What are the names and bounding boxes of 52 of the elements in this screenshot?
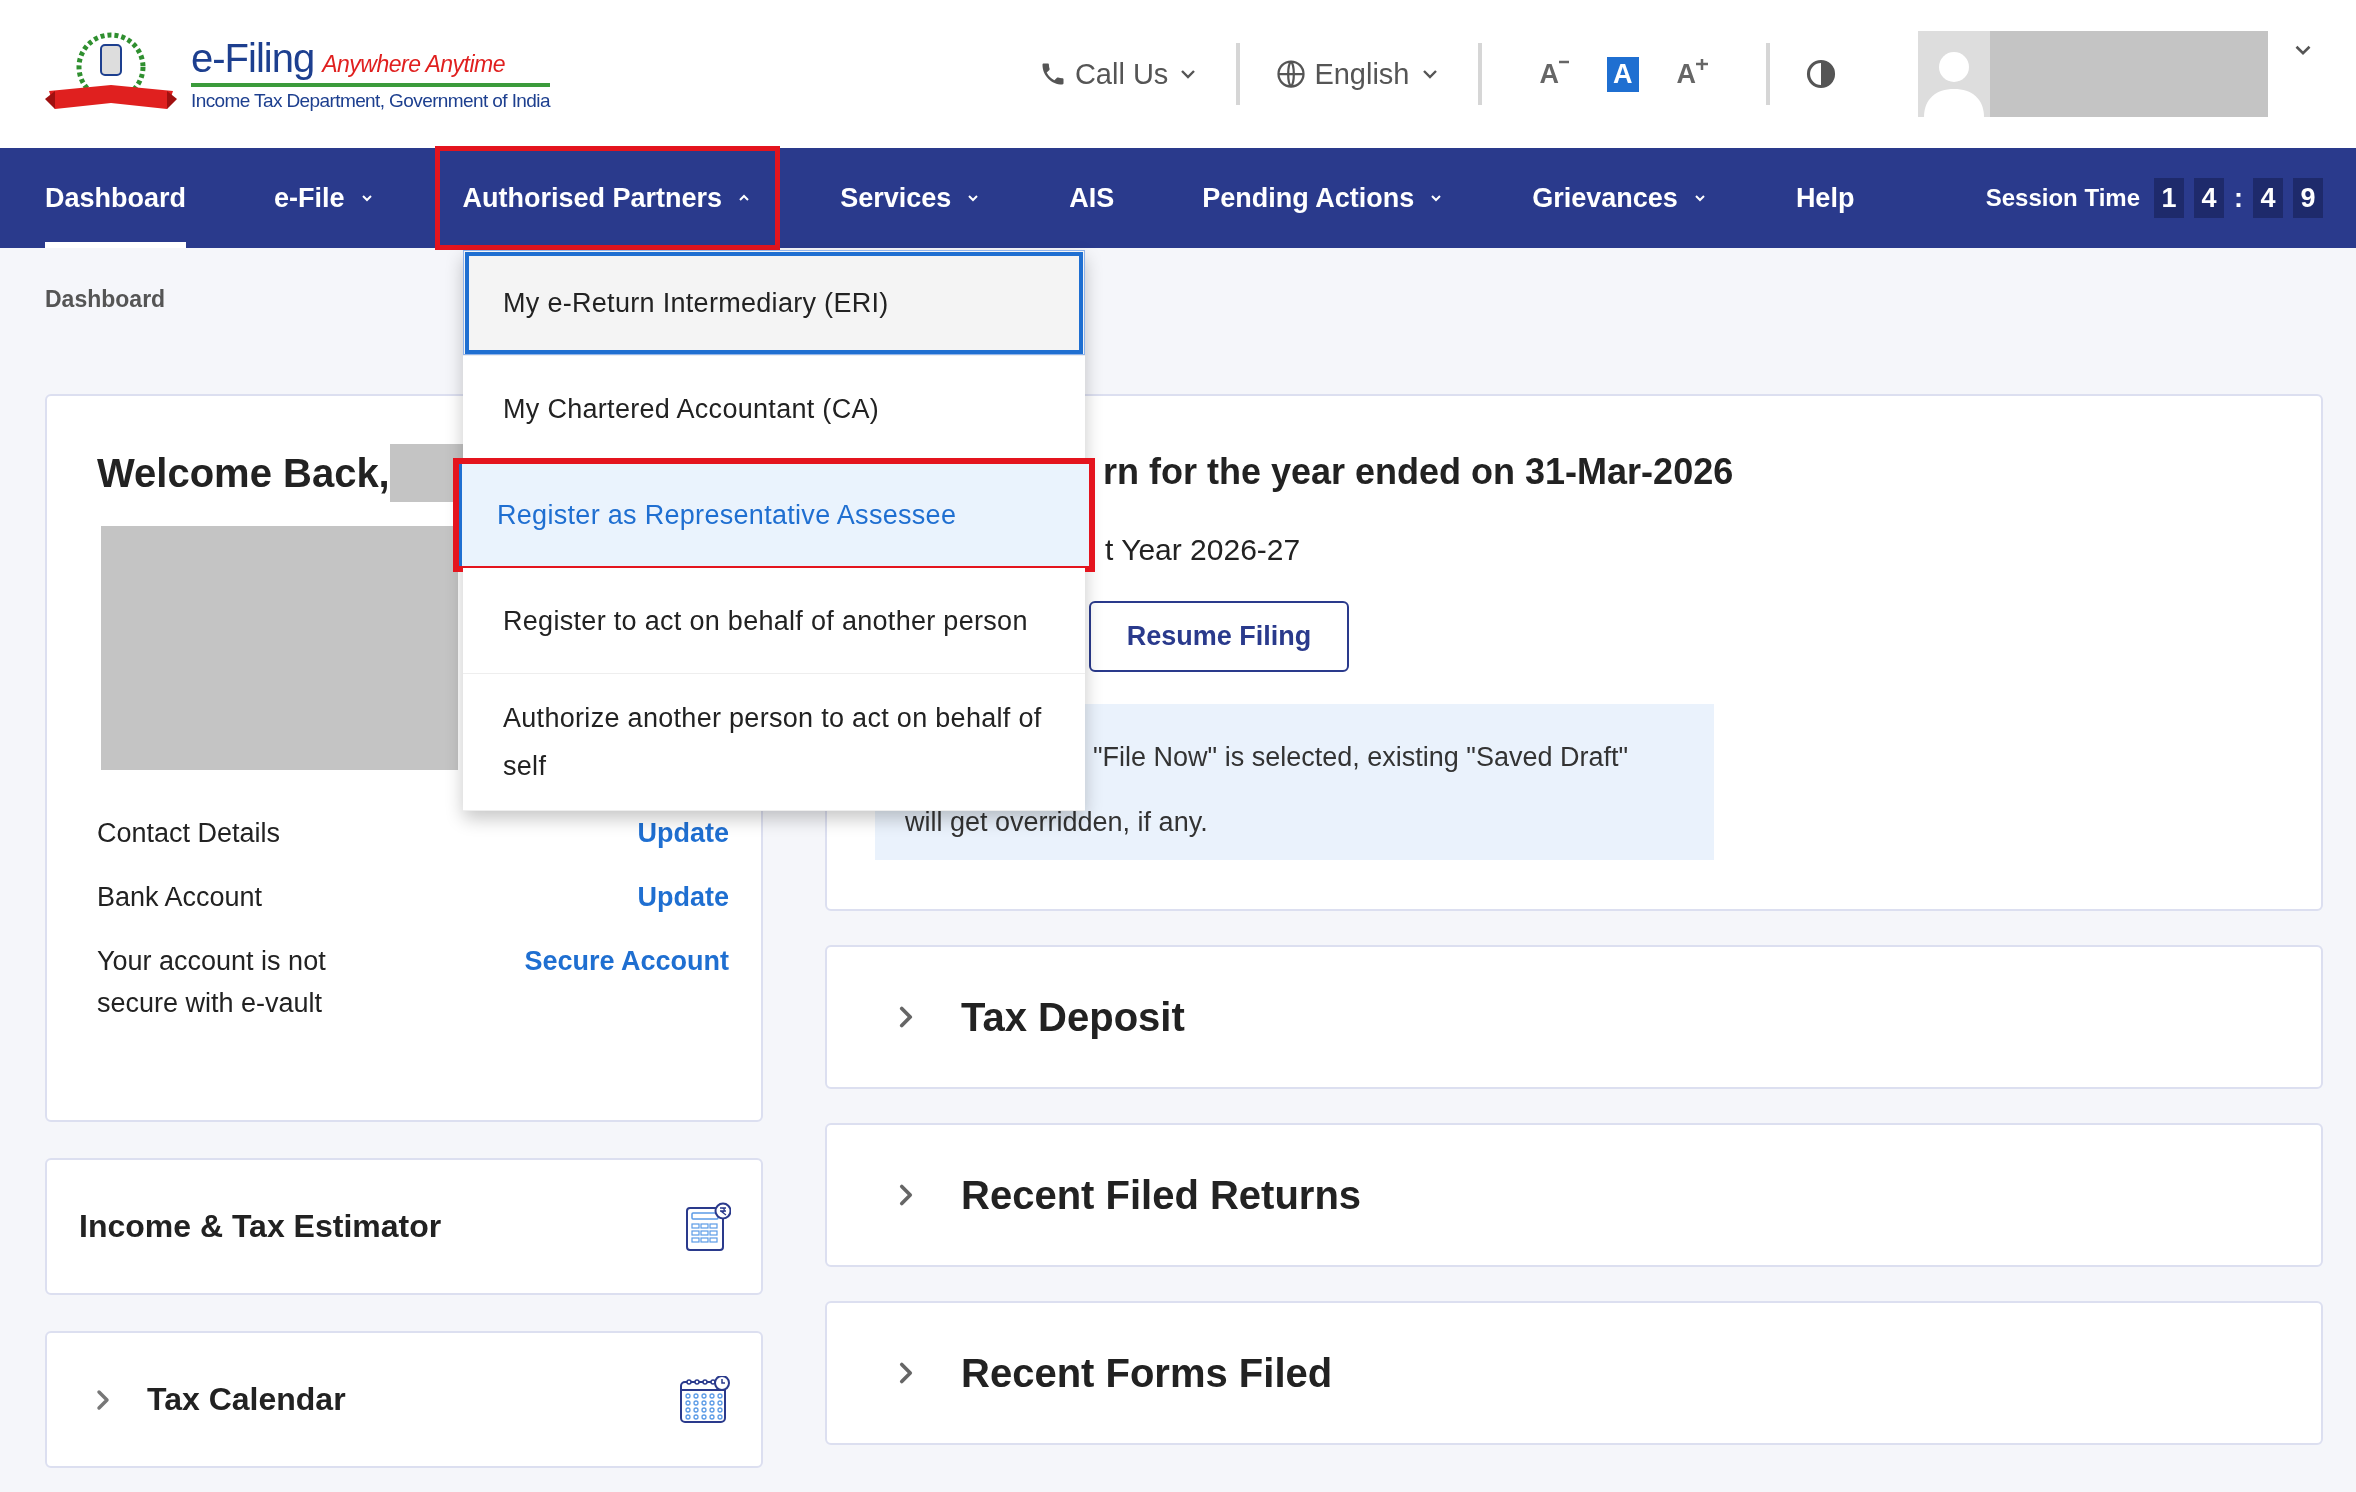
account-link[interactable]: Update — [637, 876, 729, 918]
timer-digit: 4 — [2194, 178, 2224, 218]
increase-font-button[interactable]: A — [1670, 56, 1714, 92]
account-label: Your account is not secure with e-vault — [97, 945, 327, 1020]
section-card[interactable]: Recent Forms Filed — [825, 1301, 2323, 1445]
menu-item[interactable]: Authorize another person to act on behalf of self — [463, 674, 1085, 811]
welcome-heading: Welcome Back, — [97, 450, 390, 496]
account-link[interactable]: Secure Account — [524, 940, 729, 982]
note-text: "File Now" is selected, existing "Saved Draft" — [1093, 742, 1629, 773]
nav-tab[interactable]: Help — [1795, 148, 1855, 248]
contrast-icon[interactable] — [1806, 59, 1836, 89]
tool-card[interactable]: Tax Calendar — [45, 1331, 763, 1468]
section-card[interactable]: Recent Filed Returns — [825, 1123, 2323, 1267]
brand-title: e-Filing — [191, 36, 315, 81]
menu-item[interactable]: My e-Return Intermediary (ERI) — [463, 250, 1085, 356]
timer-separator: : — [2234, 182, 2243, 214]
nav-tab[interactable]: Grievances — [1532, 148, 1708, 248]
timer-digit: 1 — [2154, 178, 2184, 218]
nav-tab[interactable]: Authorised Partners — [436, 148, 779, 248]
nav-tab[interactable]: Dashboard — [45, 148, 187, 248]
tool-title: Tax Calendar — [147, 1381, 346, 1418]
resume-filing-button[interactable]: Resume Filing — [1089, 601, 1349, 672]
calendar-icon — [679, 1375, 731, 1424]
brand-tagline: Anywhere Anytime — [322, 51, 506, 78]
nav-tab[interactable]: e-File — [274, 148, 375, 248]
timer-digit: 9 — [2293, 178, 2323, 218]
nav-tab[interactable]: Pending Actions — [1202, 148, 1445, 248]
brand-subtitle: Income Tax Department, Government of India — [191, 90, 550, 112]
plus-icon — [1696, 58, 1708, 71]
account-label: Contact Details — [97, 817, 281, 850]
menu-item[interactable]: Register to act on behalf of another person — [463, 568, 1085, 674]
filing-title: rn for the year ended on 31-Mar-2026 — [1103, 451, 1734, 493]
session-time-label: Session Time — [1985, 184, 2140, 212]
account-link[interactable]: Update — [637, 812, 729, 854]
account-label: Bank Account — [97, 881, 263, 914]
breadcrumb[interactable]: Dashboard — [45, 286, 166, 310]
calculator-icon — [685, 1201, 731, 1252]
section-title: Tax Deposit — [961, 994, 1185, 1040]
decrease-font-button[interactable]: A — [1533, 56, 1575, 92]
tool-card[interactable]: Income & Tax Estimator — [45, 1158, 763, 1295]
tool-title: Income & Tax Estimator — [79, 1208, 442, 1245]
nav-tab[interactable]: AIS — [1069, 148, 1115, 248]
globe-icon — [1276, 59, 1307, 89]
timer-digit: 4 — [2253, 178, 2283, 218]
nav-tab[interactable]: Services — [840, 148, 982, 248]
call-us-button[interactable]: Call Us — [1038, 57, 1201, 91]
language-selector[interactable]: English — [1276, 57, 1442, 91]
default-font-button[interactable]: A — [1607, 56, 1639, 92]
section-title: Recent Filed Returns — [961, 1172, 1362, 1218]
assessment-year: t Year 2026-27 — [1105, 533, 1301, 567]
section-title: Recent Forms Filed — [961, 1350, 1333, 1396]
section-card[interactable]: Tax Deposit — [825, 945, 2323, 1089]
